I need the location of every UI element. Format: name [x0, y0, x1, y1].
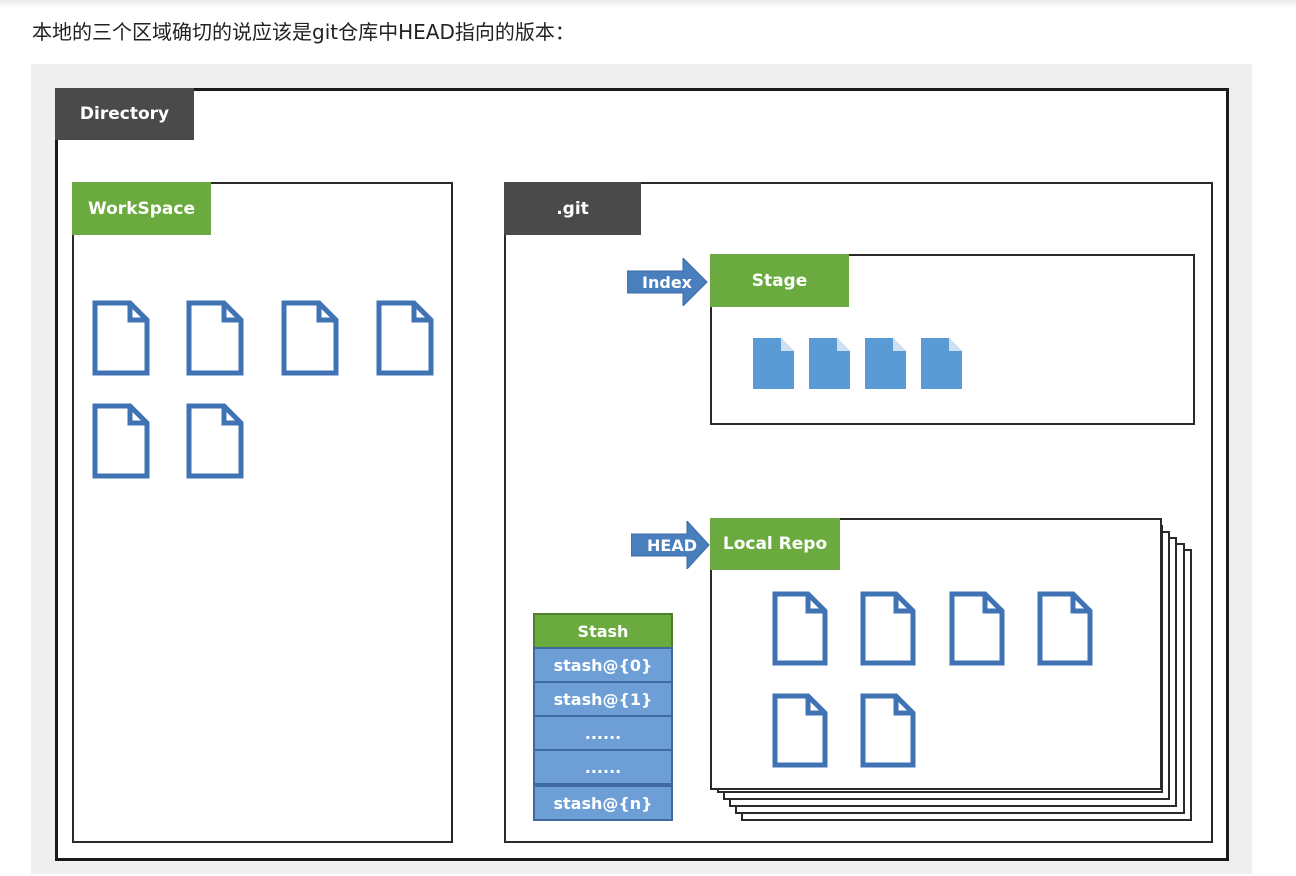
top-shadow-bar [0, 0, 1296, 8]
document-filled-icon [865, 338, 906, 389]
document-outline-icon [860, 693, 916, 768]
stash-entry: stash@{n} [533, 785, 673, 821]
document-outline-icon [1037, 591, 1093, 666]
stash-header: Stash [533, 613, 673, 649]
document-outline-icon [186, 403, 244, 479]
stash-entry: stash@{1} [533, 681, 673, 717]
document-outline-icon [376, 300, 434, 376]
index-arrow-label: Index [642, 272, 692, 292]
document-outline-icon [949, 591, 1005, 666]
document-filled-icon [809, 338, 850, 389]
document-filled-icon [921, 338, 962, 389]
git-label: .git [504, 182, 641, 235]
document-filled-icon [753, 338, 794, 389]
document-outline-icon [281, 300, 339, 376]
document-outline-icon [860, 591, 916, 666]
caption-text: 本地的三个区域确切的说应该是git仓库中HEAD指向的版本： [32, 20, 575, 44]
workspace-label: WorkSpace [72, 182, 211, 235]
stash-entry: ...... [533, 715, 673, 751]
directory-label: Directory [55, 88, 194, 140]
document-outline-icon [772, 591, 828, 666]
document-outline-icon [772, 693, 828, 768]
document-outline-icon [92, 403, 150, 479]
stash-entry: ...... [533, 749, 673, 785]
local-repo-label: Local Repo [710, 518, 840, 570]
document-outline-icon [186, 300, 244, 376]
stage-label: Stage [710, 254, 849, 307]
workspace-container [72, 182, 453, 843]
stash-entry: stash@{0} [533, 647, 673, 683]
document-outline-icon [92, 300, 150, 376]
head-arrow-label: HEAD [647, 535, 697, 555]
